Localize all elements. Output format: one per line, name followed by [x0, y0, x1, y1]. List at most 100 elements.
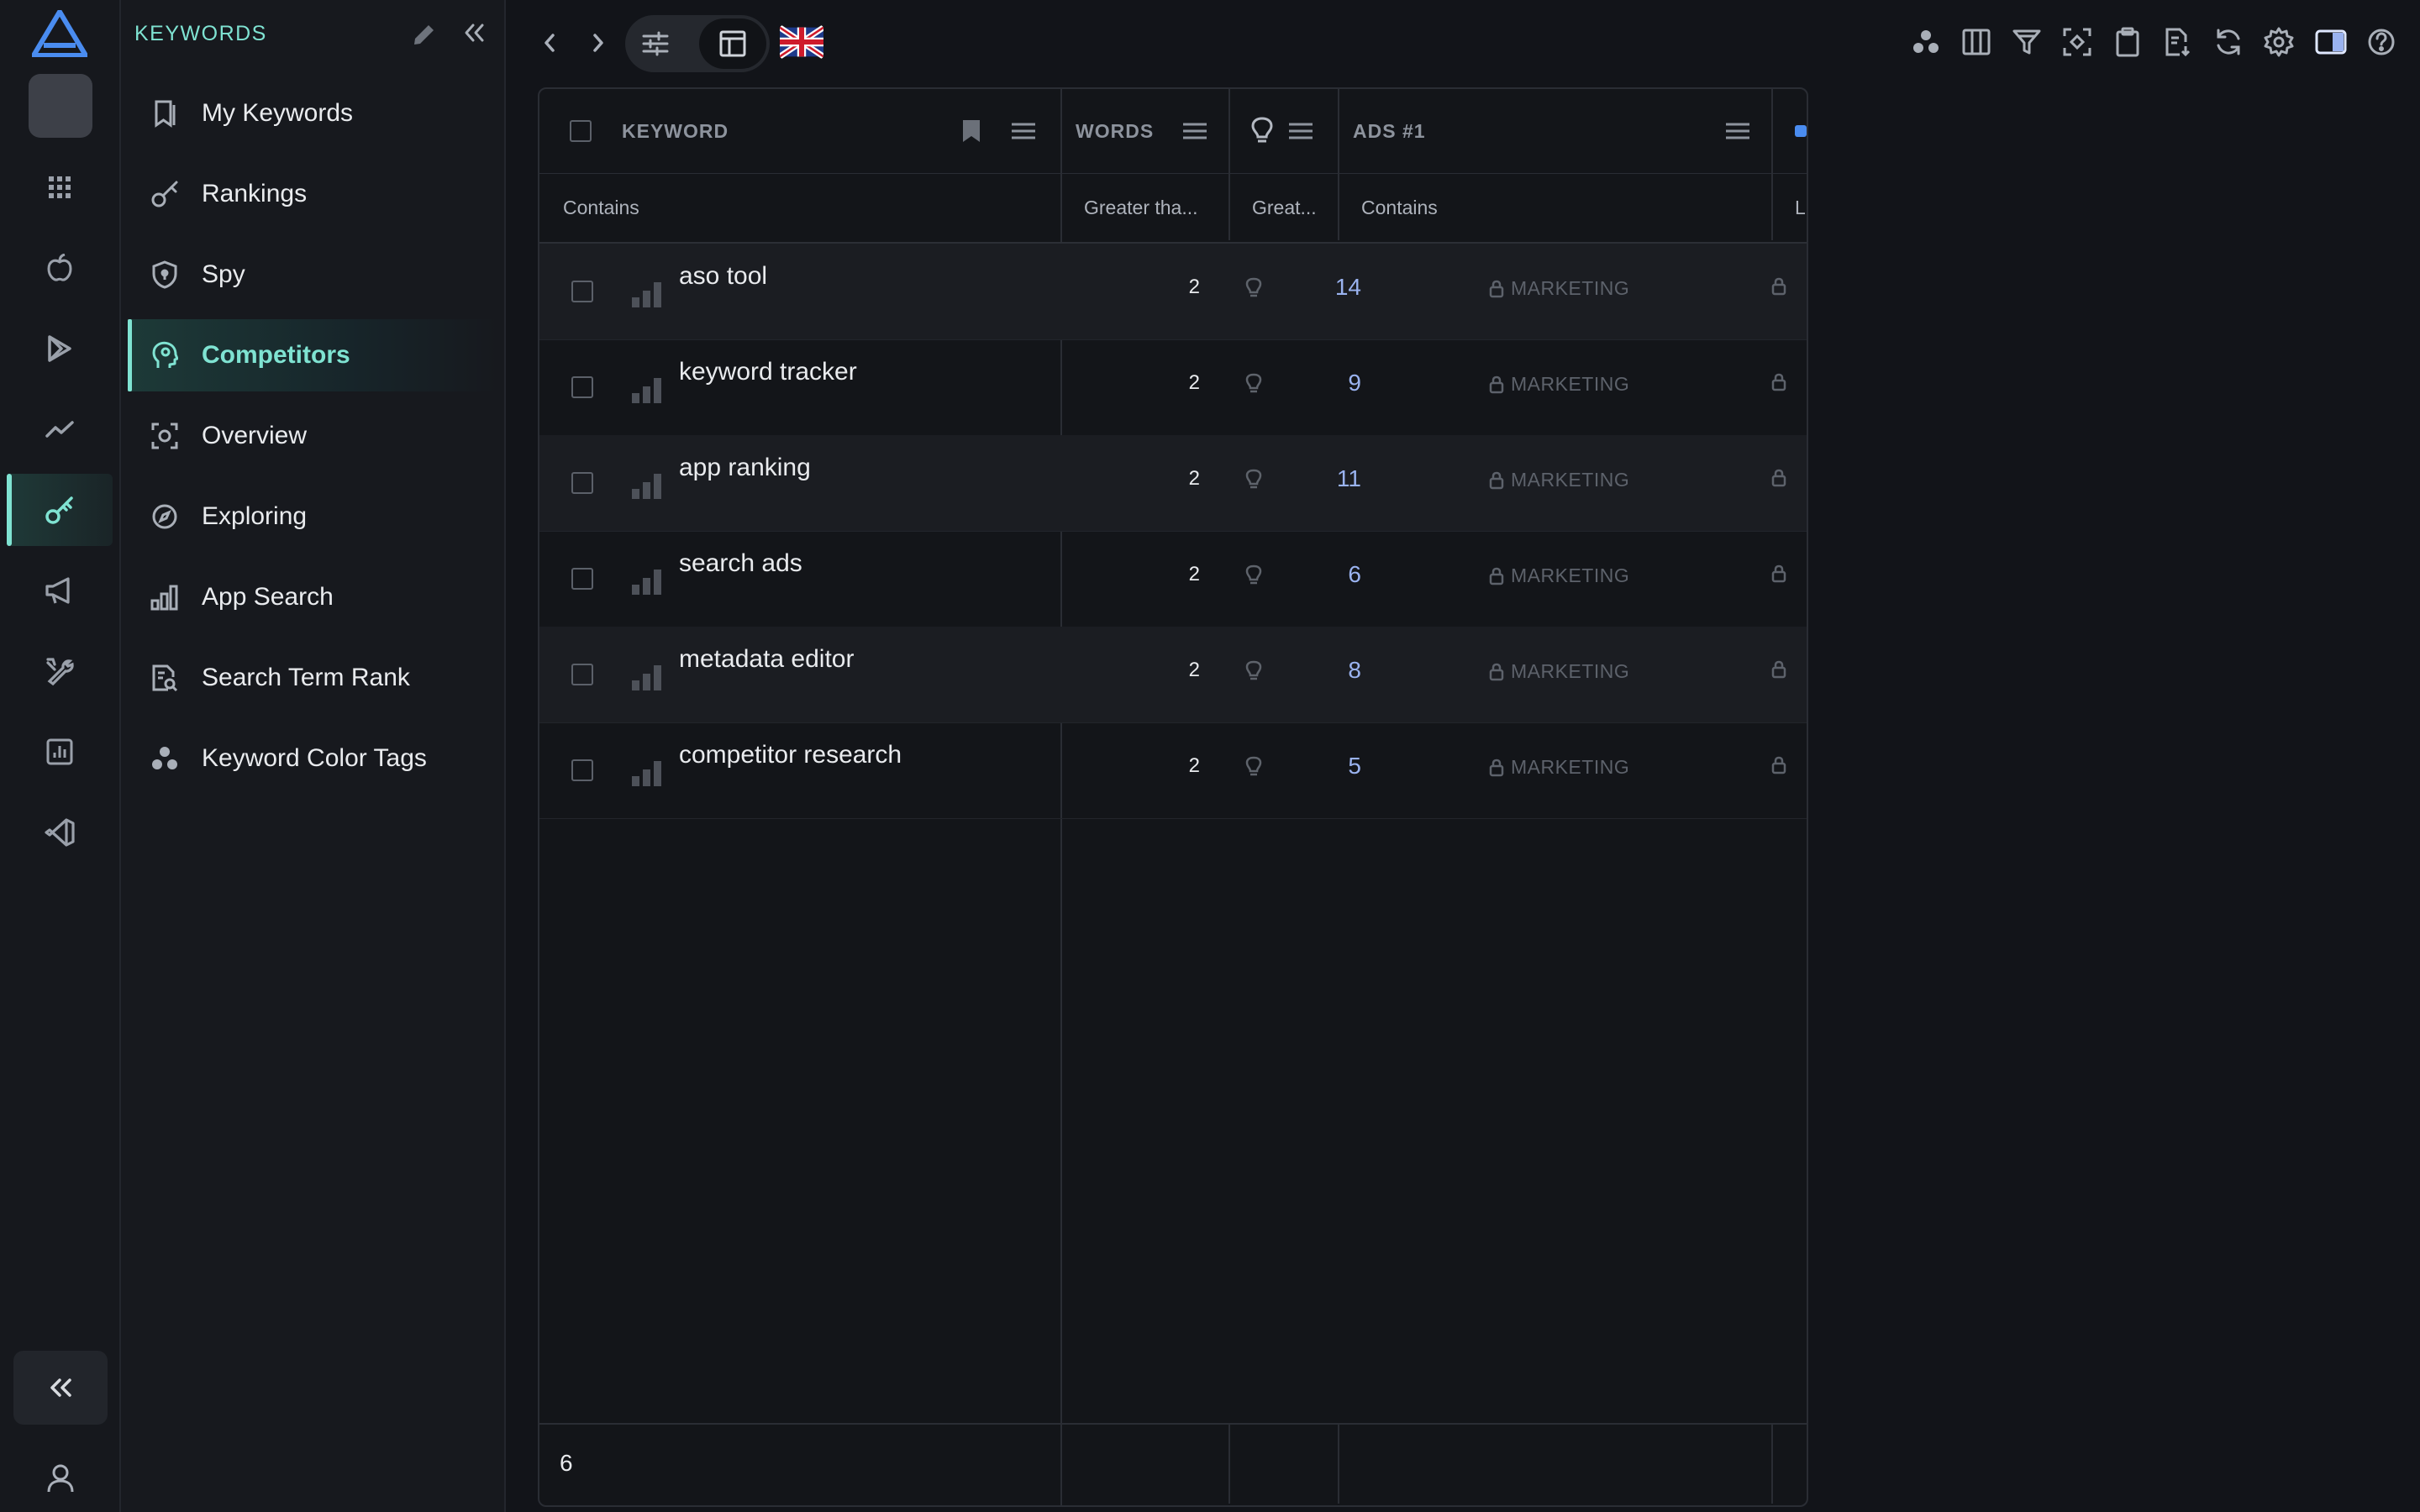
- sidebar-item-label: Search Term Rank: [202, 664, 410, 691]
- keyword-text[interactable]: search ads: [679, 549, 802, 578]
- sidebar-item-app-search[interactable]: App Search: [128, 561, 497, 633]
- sidebar-item-spy[interactable]: Spy: [128, 239, 497, 311]
- table-row[interactable]: competitor research 2 5 MARKETING: [539, 722, 1807, 819]
- lock-icon: [1489, 663, 1504, 680]
- app-logo-icon[interactable]: [32, 10, 87, 57]
- words-value: 2: [1188, 754, 1200, 777]
- sliders-icon[interactable]: [640, 29, 671, 59]
- compass-icon: [146, 503, 183, 530]
- column-menu-icon[interactable]: [1010, 89, 1037, 173]
- column-menu-icon[interactable]: [1287, 89, 1314, 173]
- row-checkbox[interactable]: [571, 472, 593, 494]
- lock-icon: [1771, 277, 1786, 296]
- tools-icon[interactable]: [7, 635, 113, 707]
- locked-ads-cell[interactable]: MARKETING: [1489, 373, 1629, 396]
- edit-icon[interactable]: [412, 22, 437, 47]
- row-checkbox[interactable]: [571, 568, 593, 590]
- popularity-value[interactable]: 5: [1270, 753, 1361, 780]
- keyword-text[interactable]: app ranking: [679, 454, 811, 482]
- trend-icon[interactable]: [7, 393, 113, 465]
- popularity-value[interactable]: 14: [1270, 274, 1361, 301]
- color-tags-icon[interactable]: [1911, 27, 1941, 57]
- forward-chevron-icon[interactable]: [583, 25, 613, 60]
- column-menu-icon[interactable]: [1181, 89, 1208, 173]
- table-row[interactable]: keyword tracker 2 9 MARKETING: [539, 339, 1807, 436]
- locked-ads-cell[interactable]: MARKETING: [1489, 756, 1629, 779]
- vscode-icon[interactable]: [7, 796, 113, 869]
- app-avatar[interactable]: [29, 74, 92, 138]
- double-chevron-left-icon: [50, 1378, 71, 1397]
- play-store-icon[interactable]: [7, 312, 113, 385]
- panel-toggle-icon[interactable]: [2314, 27, 2348, 57]
- lock-icon: [1771, 373, 1786, 391]
- apps-grid-icon[interactable]: [7, 151, 113, 223]
- sidebar-item-exploring[interactable]: Exploring: [128, 480, 497, 553]
- lightbulb-icon: [1245, 564, 1262, 586]
- popularity-value[interactable]: 8: [1270, 657, 1361, 684]
- user-icon[interactable]: [34, 1452, 87, 1505]
- words-column-header[interactable]: WORDS: [1076, 89, 1154, 173]
- keyword-text[interactable]: competitor research: [679, 741, 902, 769]
- sidebar-item-label: App Search: [202, 583, 334, 611]
- keyword-filter[interactable]: Contains: [563, 197, 639, 219]
- popularity-filter[interactable]: Great...: [1252, 197, 1317, 219]
- uk-flag-icon[interactable]: [780, 25, 823, 59]
- words-value: 2: [1188, 563, 1200, 585]
- words-filter[interactable]: Greater tha...: [1084, 197, 1198, 219]
- select-all-checkbox[interactable]: [570, 89, 592, 173]
- help-icon[interactable]: [2366, 27, 2396, 57]
- export-document-icon[interactable]: [2163, 27, 2193, 57]
- keyword-text[interactable]: metadata editor: [679, 645, 854, 674]
- keyword-text[interactable]: aso tool: [679, 262, 767, 291]
- row-checkbox[interactable]: [571, 664, 593, 685]
- keyword-text[interactable]: keyword tracker: [679, 358, 857, 386]
- report-icon[interactable]: [7, 716, 113, 788]
- dots-icon: [146, 746, 183, 771]
- locked-ads-cell[interactable]: MARKETING: [1489, 469, 1629, 491]
- table-row[interactable]: search ads 2 6 MARKETING: [539, 531, 1807, 627]
- focus-scan-icon[interactable]: [2062, 27, 2092, 57]
- ads-column-header[interactable]: ADS #1: [1353, 89, 1426, 173]
- popularity-value[interactable]: 9: [1270, 370, 1361, 396]
- sidebar-item-my-keywords[interactable]: My Keywords: [128, 77, 497, 150]
- bookmark-icon[interactable]: [961, 89, 981, 173]
- column-menu-icon[interactable]: [1724, 89, 1751, 173]
- table-row[interactable]: aso tool 2 14 MARKETING: [539, 244, 1807, 340]
- filter-icon[interactable]: [2012, 27, 2042, 57]
- clipboard-icon[interactable]: [2112, 27, 2143, 57]
- columns-icon[interactable]: [1961, 27, 1991, 57]
- sidebar-item-keyword-color-tags[interactable]: Keyword Color Tags: [128, 722, 497, 795]
- keyword-column-header[interactable]: KEYWORD: [622, 89, 729, 173]
- row-checkbox[interactable]: [571, 759, 593, 781]
- row-checkbox[interactable]: [571, 281, 593, 302]
- locked-ads-cell[interactable]: MARKETING: [1489, 564, 1629, 587]
- next-filter[interactable]: L: [1795, 197, 1806, 219]
- popularity-value[interactable]: 6: [1270, 561, 1361, 588]
- sidebar-collapse-icon[interactable]: [462, 22, 486, 44]
- megaphone-icon[interactable]: [7, 554, 113, 627]
- sidebar-item-search-term-rank[interactable]: Search Term Rank: [128, 642, 497, 714]
- lightbulb-icon[interactable]: [1250, 89, 1274, 173]
- locked-ads-cell[interactable]: MARKETING: [1489, 660, 1629, 683]
- back-chevron-icon[interactable]: [534, 25, 565, 60]
- signal-bars-icon: [632, 279, 662, 307]
- table-view-button[interactable]: [699, 18, 766, 69]
- sidebar-item-label: My Keywords: [202, 99, 354, 127]
- sidebar-item-rankings[interactable]: Rankings: [128, 158, 497, 230]
- sidebar-item-overview[interactable]: Overview: [128, 400, 497, 472]
- table-row[interactable]: app ranking 2 11 MARKETING: [539, 435, 1807, 532]
- apple-icon[interactable]: [7, 232, 113, 304]
- popularity-value[interactable]: 11: [1270, 465, 1361, 492]
- ads-filter[interactable]: Contains: [1361, 197, 1438, 219]
- sidebar-item-label: Rankings: [202, 180, 308, 207]
- gear-icon[interactable]: [2264, 27, 2294, 57]
- lock-icon: [1489, 375, 1504, 393]
- locked-ads-cell[interactable]: MARKETING: [1489, 277, 1629, 300]
- row-checkbox[interactable]: [571, 376, 593, 398]
- next-column-icon[interactable]: [1795, 89, 1807, 173]
- rail-collapse-button[interactable]: [13, 1351, 108, 1425]
- refresh-icon[interactable]: [2213, 27, 2244, 57]
- sidebar-item-competitors[interactable]: Competitors: [128, 319, 497, 391]
- table-row[interactable]: metadata editor 2 8 MARKETING: [539, 627, 1807, 723]
- key-icon[interactable]: [7, 474, 113, 546]
